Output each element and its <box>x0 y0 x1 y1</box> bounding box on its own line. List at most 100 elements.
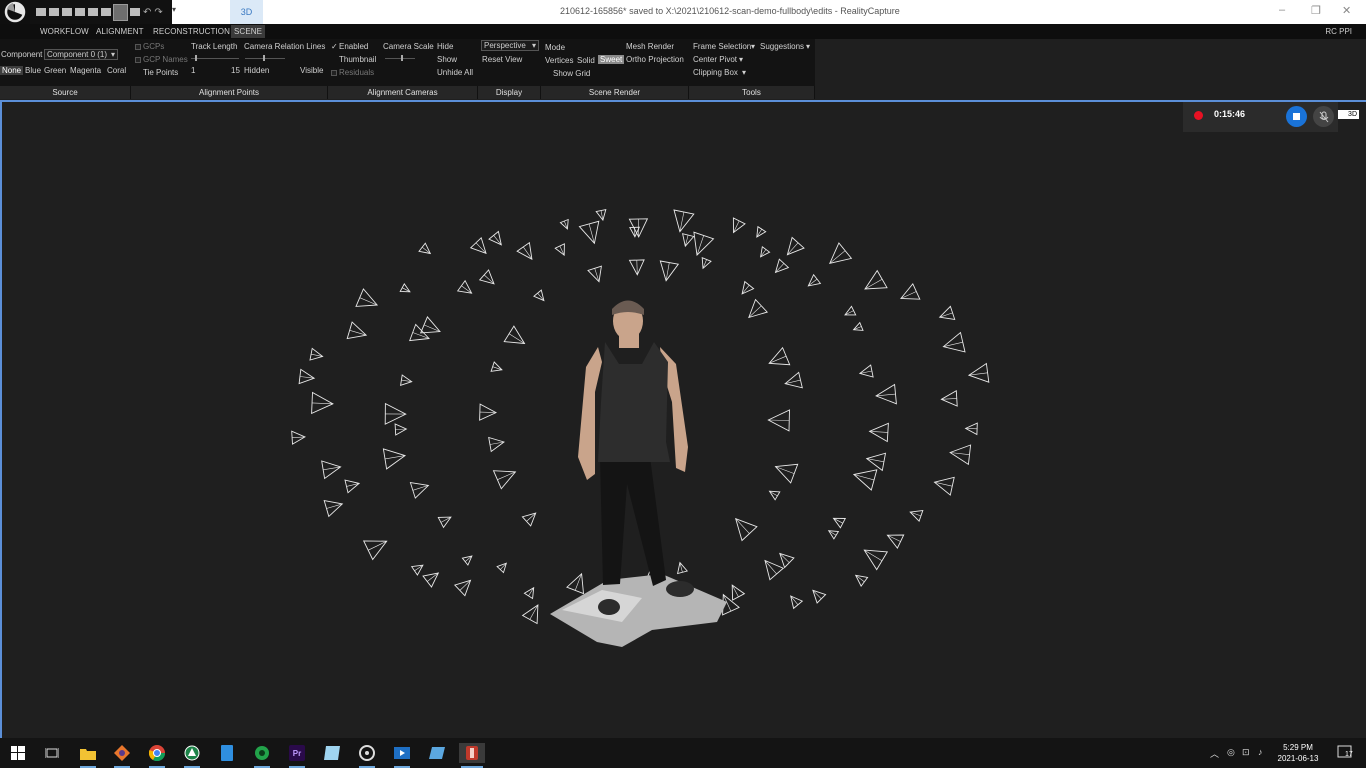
frame-selection-button[interactable]: Frame Selection <box>693 42 751 51</box>
chevron-down-icon[interactable]: ▾ <box>742 68 746 77</box>
camera-frustum[interactable] <box>774 463 799 484</box>
rc-ppi-label[interactable]: RC PPI <box>1325 27 1352 36</box>
maximize-icon[interactable]: ❐ <box>1311 4 1321 17</box>
camera-scale-knob[interactable] <box>401 55 403 61</box>
camera-frustum[interactable] <box>399 283 411 293</box>
center-pivot-button[interactable]: Center Pivot <box>693 55 737 64</box>
projection-select[interactable]: Perspective ▾ <box>481 40 539 51</box>
layout-8-icon[interactable] <box>130 8 140 16</box>
customize-toolbar-icon[interactable]: ▾ <box>172 5 176 14</box>
color-magenta[interactable]: Magenta <box>70 66 101 75</box>
tie-points-toggle[interactable]: Tie Points <box>143 68 178 77</box>
unhide-all-button[interactable]: Unhide All <box>437 68 473 77</box>
camera-frustum[interactable] <box>863 549 889 571</box>
realitycapture-logo-icon[interactable] <box>0 0 30 24</box>
camera-frustum[interactable] <box>732 217 746 234</box>
relation-lines-slider[interactable] <box>245 58 285 59</box>
camera-frustum[interactable] <box>844 305 857 316</box>
layout-3-icon[interactable] <box>62 8 72 16</box>
task-view-icon[interactable] <box>42 743 62 763</box>
clipping-box-button[interactable]: Clipping Box <box>693 68 738 77</box>
camera-frustum[interactable] <box>516 241 533 261</box>
color-blue[interactable]: Blue <box>25 66 41 75</box>
gcp-names-checkbox[interactable] <box>135 57 141 63</box>
minimize-icon[interactable]: – <box>1279 4 1285 16</box>
app-icon[interactable] <box>357 743 377 768</box>
camera-frustum[interactable] <box>521 604 539 625</box>
stop-recording-button[interactable] <box>1286 106 1307 127</box>
layout-6-icon[interactable] <box>101 8 111 16</box>
camera-frustum[interactable] <box>362 540 388 561</box>
camera-frustum[interactable] <box>832 517 847 529</box>
camera-frustum[interactable] <box>554 243 565 256</box>
app-icon[interactable] <box>112 743 132 768</box>
enabled-toggle[interactable]: Enabled <box>339 42 368 51</box>
residuals-checkbox[interactable] <box>331 70 337 76</box>
layout-4-icon[interactable] <box>75 8 85 16</box>
3d-viewport[interactable] <box>0 102 1366 738</box>
system-clock[interactable]: 5:29 PM 2021-06-13 <box>1270 742 1326 764</box>
app-icon[interactable] <box>182 743 202 768</box>
chevron-down-icon[interactable]: ▾ <box>751 42 755 51</box>
redo-icon[interactable]: ↷ <box>154 7 162 18</box>
tab-scene[interactable]: SCENE <box>231 25 266 38</box>
mode-vertices[interactable]: Vertices <box>545 56 573 65</box>
tab-workflow[interactable]: WORKFLOW <box>40 27 89 36</box>
camera-frustum[interactable] <box>886 534 905 549</box>
badge-3d[interactable]: 3D <box>1338 110 1359 119</box>
file-explorer-icon[interactable] <box>78 743 98 768</box>
ortho-projection-toggle[interactable]: Ortho Projection <box>626 55 684 64</box>
chrome-icon[interactable] <box>147 743 167 768</box>
camera-scale-slider[interactable] <box>385 58 415 59</box>
camera-frustum[interactable] <box>523 586 535 600</box>
camera-frustum[interactable] <box>503 325 526 345</box>
show-button[interactable]: Show <box>437 55 457 64</box>
chevron-down-icon[interactable]: ▾ <box>806 42 810 51</box>
color-green[interactable]: Green <box>44 66 66 75</box>
color-none[interactable]: None <box>0 66 24 75</box>
undo-icon[interactable]: ↶ <box>143 7 151 18</box>
suggestions-button[interactable]: Suggestions <box>760 42 804 51</box>
camera-frustum[interactable] <box>731 584 746 601</box>
show-hidden-icons-icon[interactable]: ︿ <box>1210 747 1219 760</box>
app-icon[interactable] <box>392 743 412 768</box>
app-icon[interactable] <box>322 743 342 763</box>
color-coral[interactable]: Coral <box>107 66 126 75</box>
camera-frustum[interactable] <box>768 490 781 501</box>
start-windows-icon[interactable] <box>8 743 28 763</box>
hide-button[interactable]: Hide <box>437 42 453 51</box>
app-icon[interactable] <box>217 743 237 763</box>
layout-5-icon[interactable] <box>88 8 98 16</box>
reset-view-button[interactable]: Reset View <box>482 55 522 64</box>
network-icon[interactable]: ⊡ <box>1242 747 1250 758</box>
mode-sweet[interactable]: Sweet <box>598 55 625 64</box>
thumbnail-toggle[interactable]: Thumbnail <box>339 55 376 64</box>
component-select[interactable]: Component 0 (1) ▾ <box>44 49 118 60</box>
layout-2-icon[interactable] <box>49 8 59 16</box>
layout-7-icon[interactable] <box>113 3 128 21</box>
layout-1-icon[interactable] <box>36 8 46 16</box>
scene-render[interactable] <box>2 102 1366 738</box>
mesh-render-label[interactable]: Mesh Render <box>626 42 674 51</box>
volume-icon[interactable]: ♪ <box>1258 747 1263 757</box>
app-icon[interactable] <box>427 743 447 763</box>
mute-microphone-button[interactable] <box>1313 106 1334 127</box>
relation-lines-knob[interactable] <box>263 55 265 61</box>
premiere-icon[interactable]: Pr <box>287 743 307 768</box>
track-length-slider[interactable] <box>191 58 239 59</box>
show-grid-toggle[interactable]: Show Grid <box>553 69 590 78</box>
close-icon[interactable]: ✕ <box>1342 4 1351 17</box>
realitycapture-icon[interactable] <box>459 743 485 768</box>
chevron-down-icon[interactable]: ▾ <box>739 55 743 64</box>
camera-frustum[interactable] <box>437 516 452 529</box>
tab-reconstruction[interactable]: RECONSTRUCTION <box>153 27 230 36</box>
tab-alignment[interactable]: ALIGNMENT <box>96 27 144 36</box>
camera-frustum[interactable] <box>566 572 585 595</box>
mode-solid[interactable]: Solid <box>577 56 595 65</box>
track-length-knob[interactable] <box>195 55 197 61</box>
app-icon[interactable] <box>252 743 272 768</box>
app-tray-icon[interactable]: ◎ <box>1227 747 1235 758</box>
tab-3d[interactable]: 3D <box>230 0 263 24</box>
camera-frustum[interactable] <box>864 269 888 290</box>
gcps-checkbox[interactable] <box>135 44 141 50</box>
